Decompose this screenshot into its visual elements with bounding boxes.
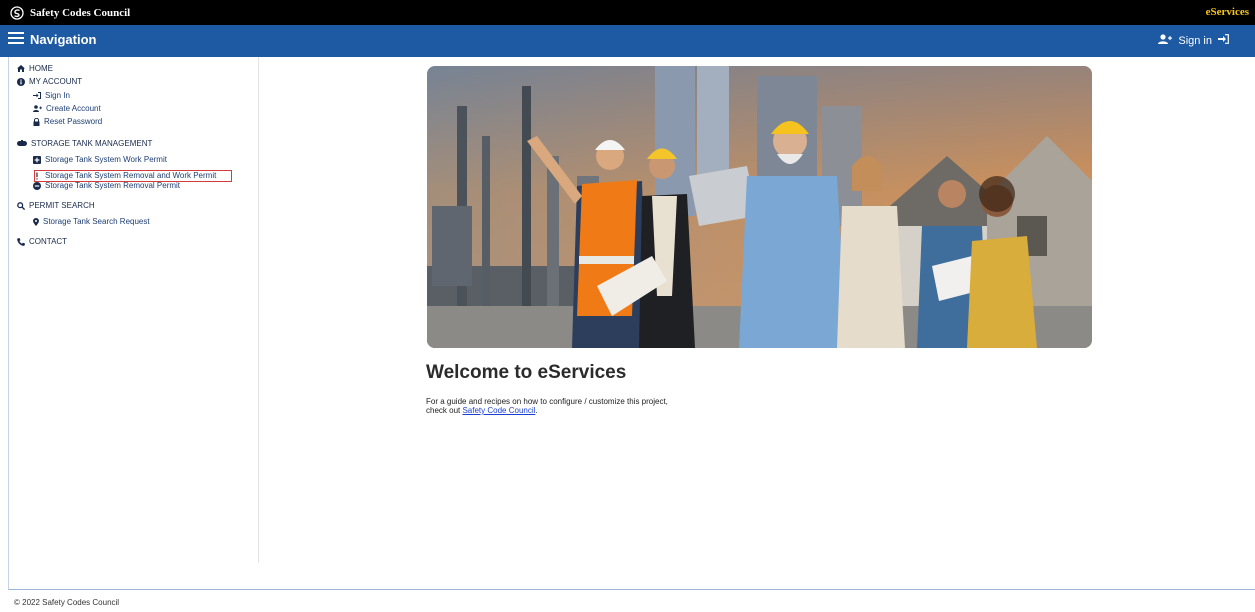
- sidebar-label-removal-permit: Storage Tank System Removal Permit: [45, 181, 181, 190]
- safety-code-council-link[interactable]: Safety Code Council: [462, 406, 535, 415]
- tank-icon: [17, 140, 27, 146]
- sidebar-label-work-permit: Storage Tank System Work Permit: [45, 155, 167, 164]
- sidebar-item-permit-search[interactable]: PERMIT SEARCH: [17, 201, 95, 210]
- welcome-title: Welcome to eServices: [426, 362, 627, 383]
- sidebar-item-contact[interactable]: CONTACT: [17, 237, 67, 246]
- navigation-menu-button[interactable]: Navigation: [8, 32, 96, 47]
- home-icon: [17, 65, 25, 72]
- minus-circle-icon: [33, 181, 41, 190]
- navigation-bar: Navigation Sign in: [0, 25, 1255, 57]
- sidebar-label-search-request: Storage Tank Search Request: [43, 217, 150, 226]
- lock-icon: [33, 117, 40, 126]
- council-logo-icon: [10, 5, 24, 20]
- sidebar-item-home[interactable]: HOME: [17, 64, 53, 73]
- sidebar-label-permit-search: PERMIT SEARCH: [29, 201, 95, 210]
- sidebar-item-work-permit[interactable]: Storage Tank System Work Permit: [33, 155, 167, 164]
- brand[interactable]: Safety Codes Council: [10, 4, 130, 21]
- sidebar-label-contact: CONTACT: [29, 237, 68, 246]
- sign-in-icon: [33, 92, 41, 99]
- brand-name: Safety Codes Council: [30, 6, 131, 19]
- sidebar-label-sign-in: Sign In: [45, 91, 70, 100]
- sidebar-label-my-account: MY ACCOUNT: [29, 77, 83, 86]
- sidebar-item-create-account[interactable]: Create Account: [33, 104, 101, 113]
- description-line-1: For a guide and recipes on how to config…: [426, 397, 668, 406]
- description-line-2: check out Safety Code Council.: [426, 406, 668, 415]
- sidebar-item-reset-password[interactable]: Reset Password: [33, 117, 102, 126]
- sidebar-item-my-account[interactable]: MY ACCOUNT: [17, 77, 82, 86]
- user-plus-icon: [33, 105, 42, 112]
- sign-in-icon: [1218, 34, 1229, 47]
- sign-in-button[interactable]: Sign in: [1158, 34, 1229, 47]
- hero-image: [427, 66, 1092, 348]
- navigation-label: Navigation: [30, 32, 97, 47]
- sidebar-item-sign-in[interactable]: Sign In: [33, 91, 70, 100]
- footer-copyright: © 2022 Safety Codes Council: [14, 598, 120, 607]
- sidebar-item-search-request[interactable]: Storage Tank Search Request: [33, 217, 150, 226]
- sidebar-item-removal-permit[interactable]: Storage Tank System Removal Permit: [33, 181, 180, 190]
- description-prefix: check out: [426, 406, 463, 415]
- map-marker-icon: [33, 217, 39, 226]
- sidebar-label-reset-password: Reset Password: [44, 117, 103, 126]
- top-bar: Safety Codes Council eServices: [0, 0, 1255, 25]
- welcome-description: For a guide and recipes on how to config…: [426, 397, 668, 415]
- sign-in-label: Sign in: [1178, 34, 1212, 47]
- phone-icon: [17, 237, 25, 246]
- sidebar-label-home: HOME: [29, 64, 53, 73]
- highlight-annotation: [34, 170, 232, 182]
- sidebar-item-storage-tank[interactable]: STORAGE TANK MANAGEMENT: [17, 139, 152, 148]
- eservices-label: eServices: [1205, 6, 1249, 18]
- plus-square-icon: [33, 155, 41, 164]
- description-suffix: .: [535, 406, 538, 415]
- search-icon: [17, 201, 25, 210]
- user-plus-icon: [1158, 34, 1173, 47]
- sidebar: HOME MY ACCOUNT Sign In Create Account R…: [9, 57, 259, 563]
- sidebar-label-storage-tank: STORAGE TANK MANAGEMENT: [31, 139, 153, 148]
- sidebar-label-create-account: Create Account: [46, 104, 101, 113]
- info-circle-icon: [17, 77, 25, 86]
- hamburger-icon: [8, 32, 24, 47]
